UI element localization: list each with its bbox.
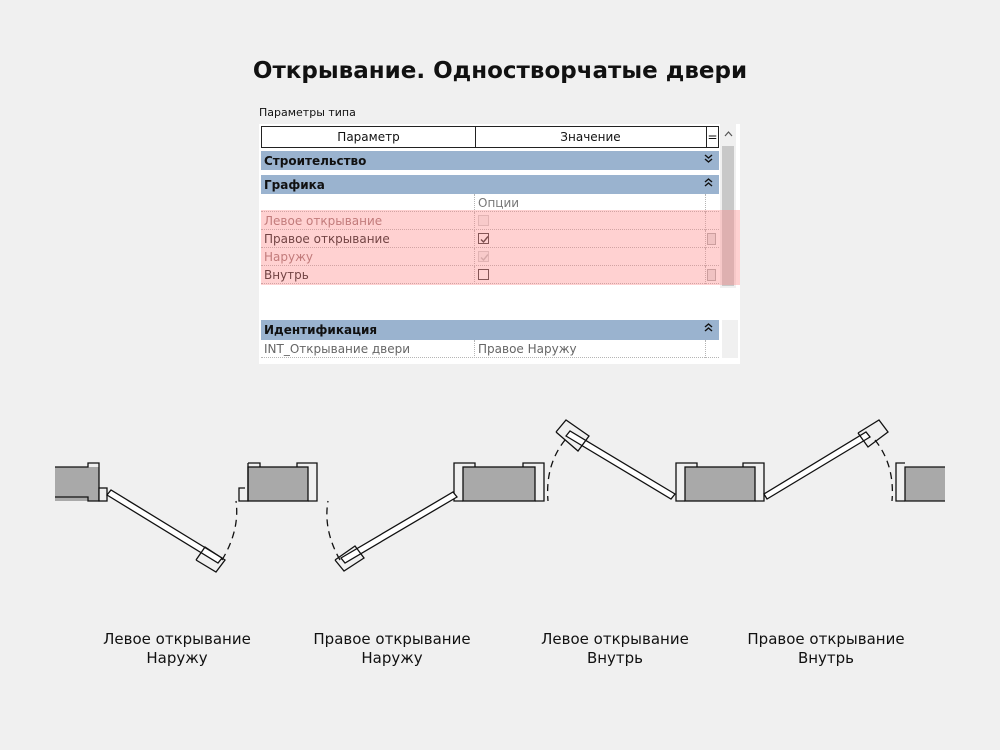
- caption-line: Внутрь: [797, 649, 855, 667]
- column-header-parameter[interactable]: Параметр: [262, 127, 476, 147]
- wall-segment: [453, 462, 545, 502]
- property-row-options: Опции: [261, 194, 719, 212]
- check-icon: [480, 254, 489, 262]
- caption-right-outward: Правое открывание Наружу: [302, 630, 482, 668]
- caption-line: Внутрь: [586, 649, 644, 667]
- group-label: Графика: [264, 178, 325, 192]
- caption-line: Правое открывание: [313, 630, 471, 648]
- property-row-inward: Внутрь: [261, 266, 719, 284]
- type-properties-panel: Параметр Значение = Строительство График…: [259, 124, 740, 364]
- group-construction[interactable]: Строительство: [261, 150, 719, 170]
- group-label: Идентификация: [264, 323, 378, 337]
- group-identification[interactable]: Идентификация: [261, 320, 719, 340]
- door-right-outward: [326, 491, 458, 572]
- scroll-thumb[interactable]: [722, 146, 734, 286]
- page-title: Открывание. Одностворчатые двери: [252, 58, 748, 84]
- caption-line: Левое открывание: [103, 630, 251, 648]
- caption-right-inward: Правое открывание Внутрь: [736, 630, 916, 668]
- scrollbar[interactable]: [722, 320, 738, 358]
- outward-checkbox[interactable]: [478, 251, 489, 262]
- associate-parameter-button[interactable]: [707, 269, 716, 281]
- caption-line: Наружу: [146, 649, 208, 667]
- inward-checkbox[interactable]: [478, 269, 489, 280]
- scrollbar[interactable]: [720, 124, 736, 288]
- caption-left-outward: Левое открывание Наружу: [87, 630, 267, 668]
- wall-segment: [675, 462, 765, 502]
- property-row-left-opening: Левое открывание: [261, 212, 719, 230]
- table-header: Параметр Значение =: [261, 126, 719, 148]
- collapse-icon[interactable]: [704, 320, 713, 340]
- property-row-outward: Наружу: [261, 248, 719, 266]
- door-opening-diagrams: [55, 419, 945, 573]
- property-name: Левое открывание: [264, 214, 383, 228]
- property-name: Наружу: [264, 250, 314, 264]
- door-left-inward: [546, 419, 676, 502]
- group-label: Строительство: [264, 154, 367, 168]
- property-value: Правое Наружу: [478, 342, 577, 356]
- caption-line: Левое открывание: [541, 630, 689, 648]
- caption-line: Правое открывание: [747, 630, 905, 648]
- wall-segment: [895, 462, 945, 502]
- property-row-right-opening: Правое открывание: [261, 230, 719, 248]
- check-icon: [480, 236, 489, 244]
- scroll-up-icon[interactable]: [720, 126, 736, 144]
- wall-segment: [238, 462, 318, 502]
- column-header-value[interactable]: Значение: [475, 127, 707, 147]
- column-header-formula[interactable]: =: [707, 127, 718, 147]
- property-name: Правое открывание: [264, 232, 390, 246]
- identification-section: Идентификация INT_Открывание двери Право…: [261, 320, 738, 358]
- left-opening-checkbox[interactable]: [478, 215, 489, 226]
- property-row-door-opening: INT_Открывание двери Правое Наружу: [261, 340, 719, 358]
- associate-parameter-button[interactable]: [707, 233, 716, 245]
- property-name: INT_Открывание двери: [264, 342, 411, 356]
- group-graphics[interactable]: Графика: [261, 174, 719, 194]
- collapse-icon[interactable]: [704, 175, 713, 195]
- right-opening-checkbox[interactable]: [478, 233, 489, 244]
- door-right-inward: [763, 419, 894, 502]
- panel-label: Параметры типа: [259, 106, 356, 119]
- wall-segment: [55, 462, 108, 502]
- expand-icon[interactable]: [704, 151, 713, 171]
- property-value: Опции: [478, 196, 520, 210]
- property-name: Внутрь: [264, 268, 309, 282]
- caption-line: Наружу: [361, 649, 423, 667]
- caption-left-inward: Левое открывание Внутрь: [525, 630, 705, 668]
- door-left-outward: [106, 489, 238, 573]
